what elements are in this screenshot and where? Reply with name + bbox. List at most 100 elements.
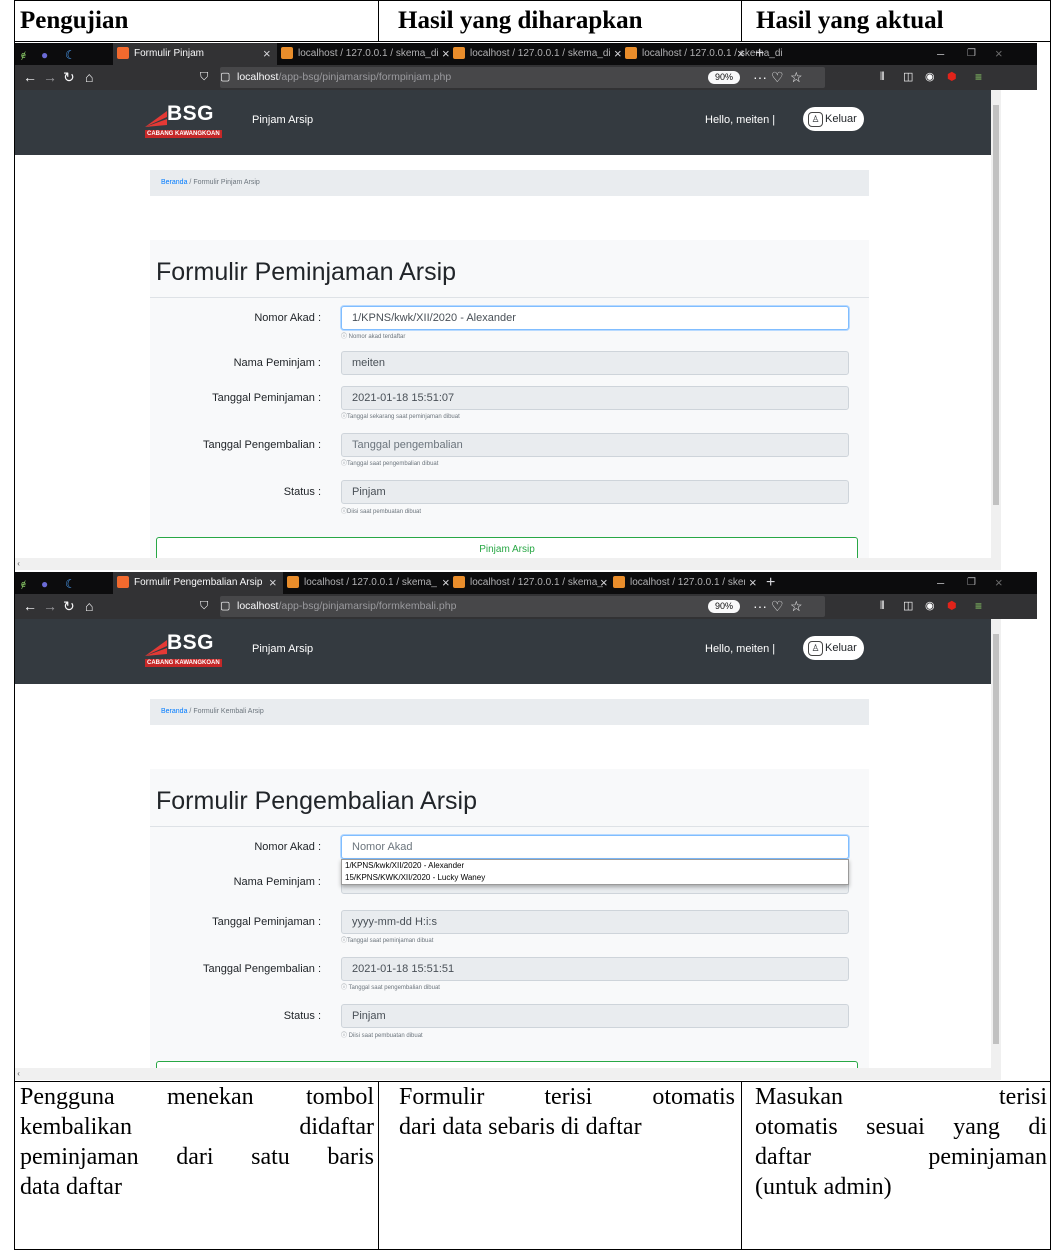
vertical-scrollbar[interactable]: [991, 90, 1001, 558]
sidebar-icon[interactable]: ◫: [903, 65, 913, 90]
close-tab-icon[interactable]: ×: [442, 572, 450, 594]
close-tab-icon[interactable]: ×: [614, 43, 622, 65]
library-icon[interactable]: ⫴: [880, 594, 885, 619]
page-icon: ▢: [220, 71, 231, 83]
close-tab-icon[interactable]: ×: [737, 43, 745, 65]
autocomplete-option[interactable]: 15/KPNS/KWK/XII/2020 - Lucky Waney: [342, 872, 848, 884]
tab-phpmyadmin[interactable]: localhost / 127.0.0.1 / skema_di: [453, 572, 603, 594]
vertical-scrollbar[interactable]: [991, 619, 1001, 1068]
new-tab-icon[interactable]: +: [755, 43, 764, 65]
status-field[interactable]: Pinjam: [341, 1004, 849, 1028]
body-divider: [378, 1081, 379, 1250]
nama-peminjam-field[interactable]: meiten: [341, 351, 849, 375]
reload-icon[interactable]: ↻: [63, 65, 75, 90]
logout-button[interactable]: ♙ Keluar: [803, 636, 864, 660]
label-tanggal-pengembalian: Tanggal Pengembalian :: [202, 963, 321, 975]
forward-icon[interactable]: →: [43, 594, 57, 619]
scrollbar-thumb[interactable]: [993, 634, 999, 1044]
url-bar[interactable]: ⛉ ▢ localhost/app-bsg/pinjamarsip/formpi…: [200, 65, 825, 90]
bookmark-star-icon[interactable]: ☆: [790, 65, 803, 90]
page-icon: ▢: [220, 600, 231, 612]
restore-icon[interactable]: ❐: [967, 572, 976, 594]
logout-label: Keluar: [825, 642, 857, 654]
help-nomor-akad: ⓘ Nomor akad terdaftar: [341, 334, 406, 340]
tanggal-pengembalian-field[interactable]: 2021-01-18 15:51:51: [341, 957, 849, 981]
forward-icon[interactable]: →: [43, 65, 57, 90]
pocket-icon[interactable]: ♡: [771, 65, 784, 90]
app-brand[interactable]: Pinjam Arsip: [252, 114, 313, 126]
zoom-level[interactable]: 90%: [708, 600, 741, 613]
menu-icon[interactable]: ≡: [975, 65, 982, 90]
url-bar[interactable]: ⛉ ▢ localhost/app-bsg/pinjamarsip/formke…: [200, 594, 825, 619]
adblock-icon[interactable]: ⬢: [947, 65, 957, 90]
close-tab-icon[interactable]: ×: [442, 43, 450, 65]
tab-phpmyadmin[interactable]: localhost / 127.0.0.1 / skema_di: [453, 43, 611, 65]
page-favicon-icon: [117, 576, 129, 589]
restore-icon[interactable]: ❐: [967, 43, 976, 65]
label-nomor-akad: Nomor Akad :: [254, 312, 321, 324]
breadcrumb-home-link[interactable]: Beranda: [161, 179, 187, 186]
tab-title: Formulir Pengembalian Arsip: [134, 577, 263, 588]
shield-icon[interactable]: ⛉: [200, 65, 208, 90]
close-tab-icon[interactable]: ×: [263, 43, 271, 65]
nomor-akad-input[interactable]: Nomor Akad: [341, 835, 849, 859]
scrollbar-thumb[interactable]: [993, 105, 999, 505]
more-actions-icon[interactable]: ···: [753, 594, 767, 619]
menu-icon[interactable]: ≡: [975, 594, 982, 619]
zoom-level[interactable]: 90%: [708, 71, 741, 84]
close-tab-icon[interactable]: ×: [600, 572, 608, 594]
tab-formulir-pinjam[interactable]: Formulir Pinjam ×: [113, 43, 277, 65]
breadcrumb-current: Formulir Pinjam Arsip: [193, 179, 260, 186]
bsg-logo[interactable]: BSG CABANG KAWANGKOAN: [145, 631, 229, 670]
new-tab-icon[interactable]: +: [766, 572, 775, 594]
status-field[interactable]: Pinjam: [341, 480, 849, 504]
minimize-icon[interactable]: –: [937, 572, 944, 594]
sidebar-icon[interactable]: ◫: [903, 594, 913, 619]
tanggal-pengembalian-field[interactable]: Tanggal pengembalian: [341, 433, 849, 457]
label-nama-peminjam: Nama Peminjam :: [233, 357, 321, 369]
horizontal-scrollbar[interactable]: ‹: [15, 558, 1001, 570]
home-icon[interactable]: ⌂: [85, 65, 93, 90]
breadcrumb-home-link[interactable]: Beranda: [161, 708, 187, 715]
tab-bar: ɇ ● ☾ Formulir Pinjam × localhost / 127.…: [15, 43, 1037, 65]
back-icon[interactable]: ←: [23, 594, 37, 619]
tab-formulir-pengembalian[interactable]: Formulir Pengembalian Arsip ×: [113, 572, 283, 594]
help-tanggal-pengembalian: ⓘ Tanggal saat pengembalian dibuat: [341, 985, 440, 991]
horizontal-scrollbar[interactable]: ‹: [15, 1068, 1001, 1080]
adblock-icon[interactable]: ⬢: [947, 594, 957, 619]
home-icon[interactable]: ⌂: [85, 594, 93, 619]
page-title: Formulir Peminjaman Arsip: [156, 258, 457, 286]
bookmark-star-icon[interactable]: ☆: [790, 594, 803, 619]
close-tab-icon[interactable]: ×: [749, 572, 757, 594]
phpmyadmin-favicon-icon: [613, 576, 625, 589]
bsg-logo[interactable]: BSG CABANG KAWANGKOAN: [145, 102, 229, 141]
tab-phpmyadmin[interactable]: localhost / 127.0.0.1 / skema_di: [287, 572, 437, 594]
library-icon[interactable]: ⫴: [880, 65, 885, 90]
close-tab-icon[interactable]: ×: [269, 572, 277, 594]
label-tanggal-peminjaman: Tanggal Peminjaman :: [212, 916, 321, 928]
tanggal-peminjaman-field[interactable]: yyyy-mm-dd H:i:s: [341, 910, 849, 934]
shield-icon[interactable]: ⛉: [200, 594, 208, 619]
app-navbar: BSG CABANG KAWANGKOAN Pinjam Arsip Hello…: [15, 90, 991, 155]
account-icon[interactable]: ◉: [925, 65, 935, 90]
tab-title: localhost / 127.0.0.1 / skema_di: [630, 577, 745, 588]
web-page: BSG CABANG KAWANGKOAN Pinjam Arsip Hello…: [15, 619, 991, 1080]
minimize-icon[interactable]: –: [937, 43, 944, 65]
url-host: localhost: [237, 71, 279, 83]
autocomplete-option[interactable]: 1/KPNS/kwk/XII/2020 - Alexander: [342, 860, 848, 872]
more-actions-icon[interactable]: ···: [753, 65, 767, 90]
close-window-icon[interactable]: ×: [995, 43, 1003, 65]
logout-button[interactable]: ♙ Keluar: [803, 107, 864, 131]
reload-icon[interactable]: ↻: [63, 594, 75, 619]
nomor-akad-input[interactable]: 1/KPNS/kwk/XII/2020 - Alexander: [341, 306, 849, 330]
account-icon[interactable]: ◉: [925, 594, 935, 619]
tab-phpmyadmin[interactable]: localhost / 127.0.0.1 / skema_di: [281, 43, 439, 65]
close-window-icon[interactable]: ×: [995, 572, 1003, 594]
pocket-icon[interactable]: ♡: [771, 594, 784, 619]
app-brand[interactable]: Pinjam Arsip: [252, 643, 313, 655]
bsg-logo-icon: [145, 640, 167, 656]
tanggal-peminjaman-field[interactable]: 2021-01-18 15:51:07: [341, 386, 849, 410]
bsg-logo-icon: [145, 111, 167, 127]
back-icon[interactable]: ←: [23, 65, 37, 90]
tab-phpmyadmin[interactable]: localhost / 127.0.0.1 / skema_di: [613, 572, 745, 594]
